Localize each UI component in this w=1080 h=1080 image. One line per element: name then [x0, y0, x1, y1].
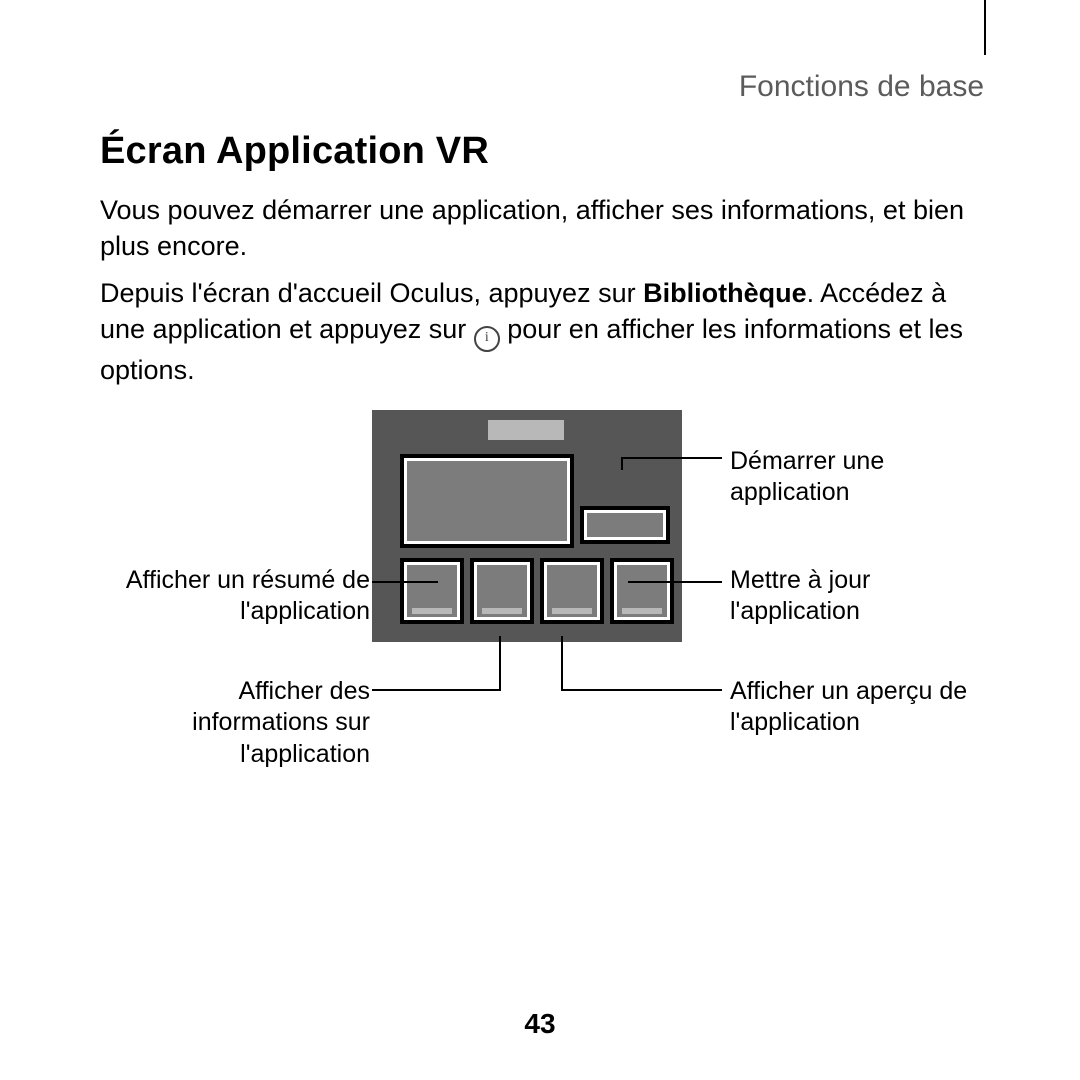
page-number: 43: [0, 1008, 1080, 1040]
tile-update: [610, 558, 674, 624]
screen-start-button: [580, 506, 670, 544]
screen-tile-row: [400, 558, 674, 624]
intro-paragraph: Vous pouvez démarrer une application, af…: [100, 192, 984, 265]
callout-update-app: Mettre à jour l'application: [730, 565, 984, 628]
screen-top-bar: [488, 420, 564, 440]
callout-info-app: Afficher des informations sur l'applicat…: [100, 676, 370, 770]
instruction-paragraph: Depuis l'écran d'accueil Oculus, appuyez…: [100, 275, 984, 389]
tile-info: [470, 558, 534, 624]
tile-summary: [400, 558, 464, 624]
callout-preview-app: Afficher un aperçu de l'application: [730, 676, 984, 739]
section-header: Fonctions de base: [100, 70, 984, 104]
page-top-rule: [984, 0, 986, 55]
screen-hero-tile: [400, 454, 574, 548]
page-title: Écran Application VR: [100, 130, 489, 173]
tile-preview: [540, 558, 604, 624]
text-pre: Depuis l'écran d'accueil Oculus, appuyez…: [100, 278, 643, 308]
vr-screen-illustration: [372, 410, 682, 642]
info-icon: i: [474, 326, 500, 352]
callout-summary-app: Afficher un résumé de l'application: [100, 565, 370, 628]
callout-start-app: Démarrer une application: [730, 446, 984, 509]
library-keyword: Bibliothèque: [643, 278, 807, 308]
